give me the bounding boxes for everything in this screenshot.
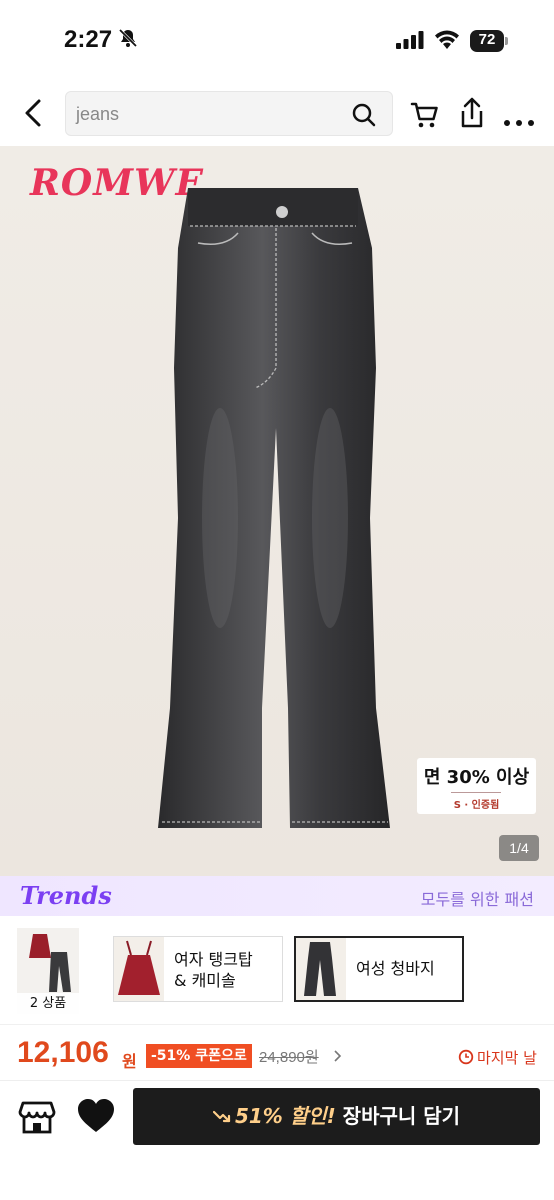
price-row: 12,106 원 -51% 쿠폰으로 24,890원 마지막 날 — [0, 1024, 554, 1080]
jeans-thumb-image — [296, 938, 346, 1000]
trends-logo: Trends — [20, 881, 112, 910]
cellular-signal-icon — [396, 31, 424, 53]
cotton-badge-text: 면 30% 이상 — [423, 767, 530, 788]
image-counter: 1/4 — [499, 835, 539, 861]
bundle-item-jeans[interactable]: 여성 청바지 — [294, 936, 464, 1002]
product-image-carousel[interactable]: ROMWE 면 30% 이상 S · 인증됨 1/4 — [0, 146, 554, 876]
search-input[interactable]: jeans — [65, 91, 393, 136]
cart-icon[interactable] — [410, 100, 440, 134]
search-value: jeans — [76, 104, 120, 124]
bundle-section: 2 상품 여자 탱크탑 & 캐미솔 여성 청바지 — [0, 916, 554, 1024]
bottom-action-bar: 51% 할인! 장바구니 담기 — [0, 1080, 554, 1200]
clock-icon — [458, 1049, 474, 1069]
tank-top-label: 여자 탱크탑 & 캐미솔 — [174, 950, 253, 990]
cta-discount: 할인! — [289, 1104, 336, 1128]
flare-jeans-image — [158, 188, 390, 828]
wifi-icon — [434, 29, 460, 53]
status-time: 2:27 — [64, 26, 113, 53]
wishlist-heart-icon[interactable] — [76, 1097, 116, 1139]
bundle-count: 2 상품 — [17, 993, 79, 1014]
top-nav: jeans — [0, 80, 554, 146]
store-icon[interactable] — [17, 1097, 57, 1141]
battery-level: 72 — [478, 31, 496, 48]
search-icon[interactable] — [351, 102, 377, 132]
trends-caption: 모두를 위한 패션 — [420, 890, 534, 909]
battery-icon: 72 — [470, 30, 508, 52]
bell-muted-icon — [118, 28, 138, 52]
trend-down-icon — [212, 1089, 231, 1146]
cotton-content-badge: 면 30% 이상 S · 인증됨 — [417, 758, 536, 814]
price-currency: 원 — [122, 1052, 137, 1071]
share-icon[interactable] — [458, 96, 486, 134]
chevron-right-icon[interactable] — [333, 1048, 343, 1067]
cta-label: 장바구니 담기 — [342, 1104, 461, 1128]
cotton-cert-text: S · 인증됨 — [453, 800, 500, 811]
last-day-label: 마지막 날 — [477, 1049, 537, 1067]
cta-percent: 51% — [234, 1104, 283, 1128]
tank-top-image — [114, 937, 164, 1001]
original-price[interactable]: 24,890원 — [259, 1046, 319, 1067]
trends-banner[interactable]: Trends 모두를 위한 패션 — [0, 876, 554, 916]
add-to-cart-button[interactable]: 51% 할인! 장바구니 담기 — [133, 1088, 540, 1145]
more-options-icon[interactable] — [503, 112, 535, 131]
status-bar: 2:27 72 — [0, 0, 554, 80]
sale-price: 12,106 — [17, 1036, 109, 1069]
coupon-discount-badge: -51% 쿠폰으로 — [146, 1044, 252, 1068]
jeans-label: 여성 청바지 — [356, 959, 435, 978]
back-arrow-icon[interactable] — [20, 98, 48, 132]
bundle-item-tank-top[interactable]: 여자 탱크탑 & 캐미솔 — [113, 936, 283, 1002]
